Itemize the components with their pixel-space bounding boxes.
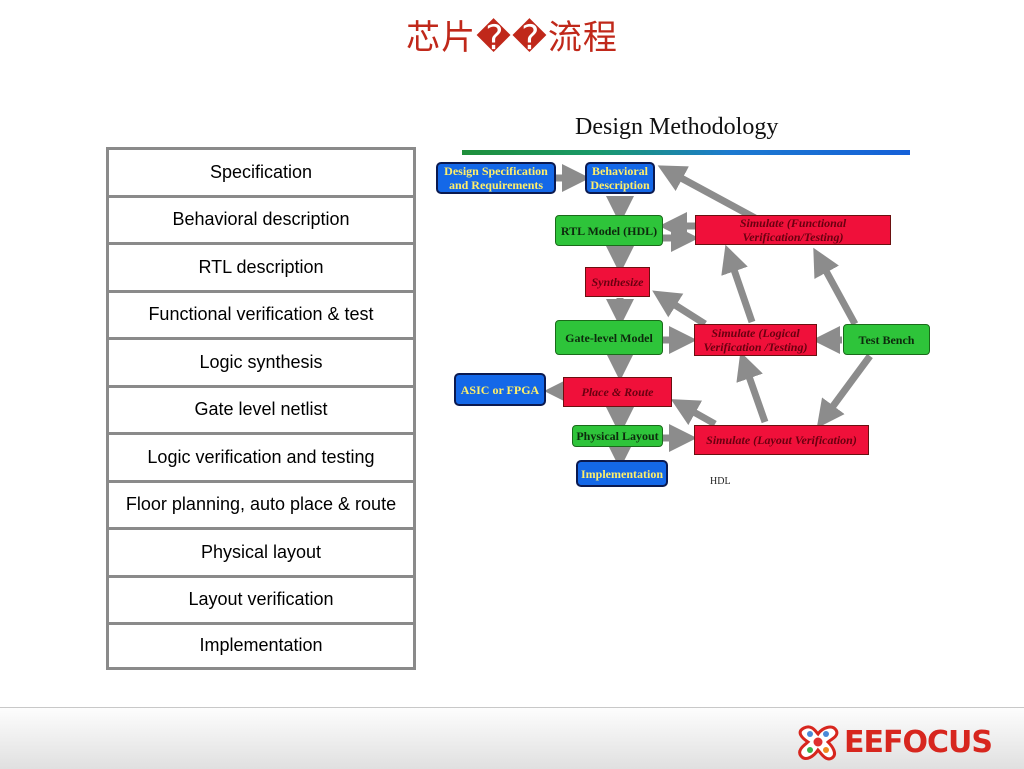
node-sim-logical: Simulate (Logical Verification /Testing) (694, 324, 817, 356)
node-implementation: Implementation (576, 460, 668, 487)
flow-step: Functional verification & test (106, 289, 416, 337)
flow-step: Behavioral description (106, 194, 416, 242)
arrow-testbench-to-sim-functional (813, 247, 859, 326)
flow-step: Specification (106, 147, 416, 195)
node-behavioral: Behavioral Description (585, 162, 655, 194)
flow-step: Implementation (106, 622, 416, 670)
eefocus-logo: EEFOCUS (796, 722, 993, 762)
flow-step: Floor planning, auto place & route (106, 479, 416, 527)
flow-steps-table: Specification Behavioral description RTL… (106, 147, 416, 670)
flow-step: Layout verification (106, 574, 416, 622)
arrow-sim-layout-to-sim-logical (736, 351, 769, 424)
node-gate-level: Gate-level Model (555, 320, 663, 355)
eefocus-logo-icon (798, 725, 839, 761)
flow-step: Logic verification and testing (106, 432, 416, 480)
logo-text: EEFOCUS (844, 724, 993, 760)
design-methodology-diagram: Design Methodology Design Specification … (430, 110, 940, 500)
hdl-note: HDL (710, 476, 731, 487)
node-physical-layout: Physical Layout (572, 425, 663, 447)
page-title: 芯片��流程 (406, 18, 618, 58)
flow-step: Physical layout (106, 527, 416, 575)
arrow-sim-logical-to-synthesize (652, 290, 707, 327)
flow-step: RTL description (106, 242, 416, 290)
arrow-testbench-to-sim-layout (816, 353, 873, 429)
node-design-spec: Design Specification and Requirements (436, 162, 556, 194)
flow-step: Gate level netlist (106, 384, 416, 432)
footer-bar: EEFOCUS (0, 707, 1024, 769)
node-synthesize: Synthesize (585, 267, 650, 297)
node-asic-fpga: ASIC or FPGA (454, 373, 546, 406)
arrow-sim-layout-to-place-route (670, 399, 717, 428)
node-test-bench: Test Bench (843, 324, 930, 355)
node-sim-layout: Simulate (Layout Verification) (694, 425, 869, 455)
node-sim-functional: Simulate (Functional Verification/Testin… (695, 215, 891, 245)
flow-step: Logic synthesis (106, 337, 416, 385)
node-rtl-model: RTL Model (HDL) (555, 215, 663, 246)
arrow-sim-logical-to-sim-functional (721, 244, 756, 324)
arrow-sim-functional-to-behavioral (657, 165, 757, 222)
node-place-route: Place & Route (563, 377, 672, 407)
